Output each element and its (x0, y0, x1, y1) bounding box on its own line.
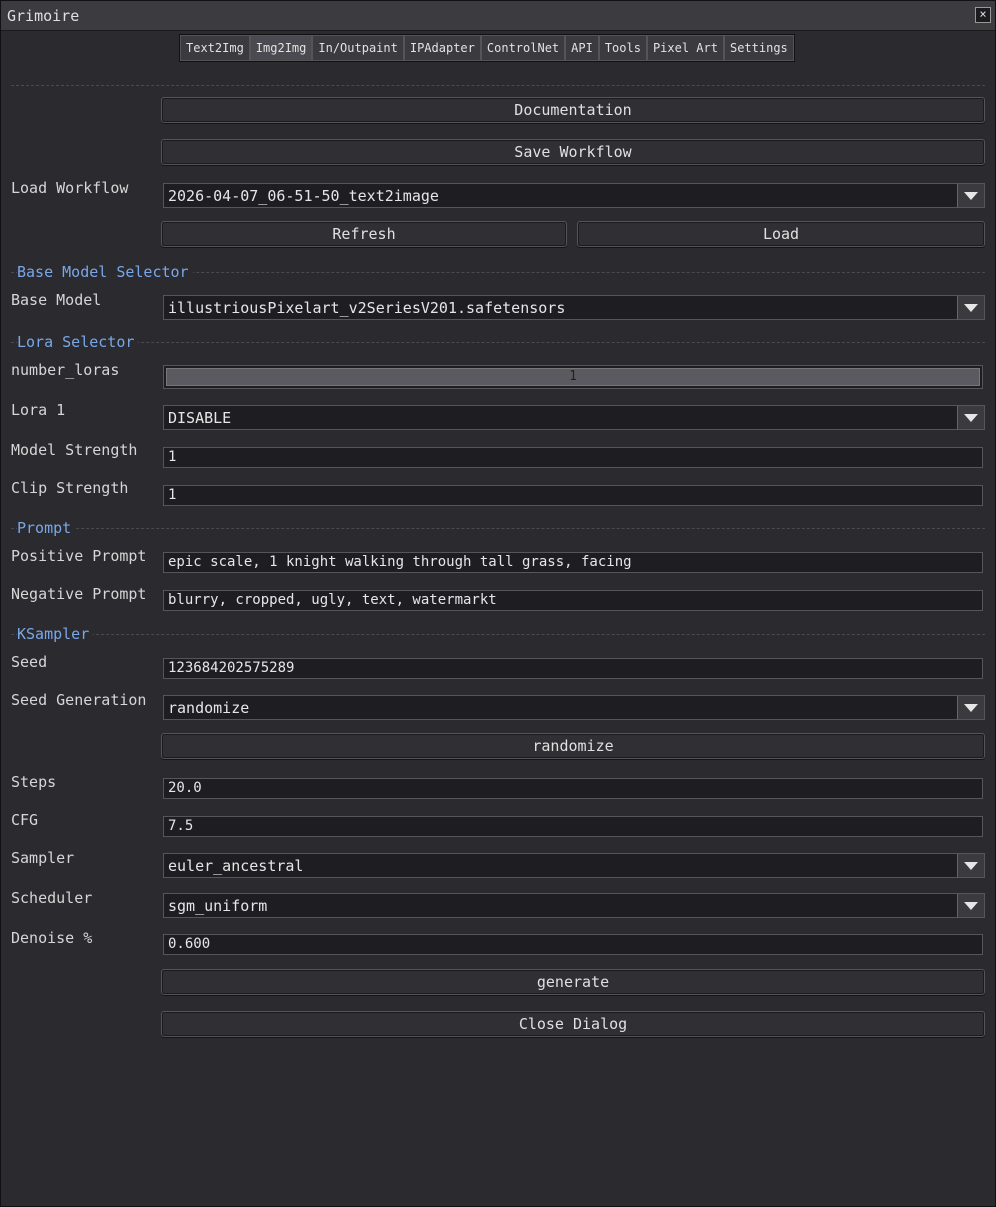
sampler-value: euler_ancestral (168, 857, 304, 875)
model-strength-input[interactable]: 1 (163, 447, 983, 468)
seed-generation-value: randomize (168, 699, 250, 717)
base-model-value: illustriousPixelart_v2SeriesV201.safeten… (168, 299, 566, 317)
chevron-down-icon[interactable] (957, 894, 984, 917)
base-model-label: Base Model (11, 291, 102, 309)
number-loras-slider[interactable]: 1 (163, 365, 983, 389)
workflow-value: 2026-04-07_06-51-50_text2image (168, 187, 439, 205)
base-model-select[interactable]: illustriousPixelart_v2SeriesV201.safeten… (163, 295, 985, 320)
sampler-select[interactable]: euler_ancestral (163, 853, 985, 878)
tab-settings[interactable]: Settings (723, 35, 794, 61)
positive-prompt-input[interactable]: epic scale, 1 knight walking through tal… (163, 552, 983, 573)
lora1-value: DISABLE (168, 409, 232, 427)
sampler-label: Sampler (11, 849, 75, 867)
scheduler-value: sgm_uniform (168, 897, 268, 915)
denoise-input[interactable]: 0.600 (163, 934, 983, 955)
seed-input[interactable]: 123684202575289 (163, 658, 983, 679)
lora1-select[interactable]: DISABLE (163, 405, 985, 430)
number-loras-label: number_loras (11, 361, 120, 379)
seed-label: Seed (11, 653, 48, 671)
tab-img2img[interactable]: Img2Img (249, 35, 313, 61)
section-lora: Lora Selector (17, 333, 139, 351)
tab-ipadapter[interactable]: IPAdapter (403, 35, 481, 61)
refresh-button[interactable]: Refresh (161, 221, 567, 247)
steps-label: Steps (11, 773, 57, 791)
window-title: Grimoire (7, 7, 80, 25)
section-divider (11, 342, 985, 343)
save-workflow-button[interactable]: Save Workflow (161, 139, 985, 165)
seed-generation-select[interactable]: randomize (163, 695, 985, 720)
section-prompt: Prompt (17, 519, 76, 537)
tab-text2img[interactable]: Text2Img (180, 35, 250, 61)
clip-strength-label: Clip Strength (11, 479, 129, 497)
close-dialog-button[interactable]: Close Dialog (161, 1011, 985, 1037)
cfg-label: CFG (11, 811, 39, 829)
load-workflow-label: Load Workflow (11, 179, 129, 197)
positive-prompt-label: Positive Prompt (11, 547, 147, 565)
tab-inoutpaint[interactable]: In/Outpaint (312, 35, 404, 61)
cfg-input[interactable]: 7.5 (163, 816, 983, 837)
documentation-button[interactable]: Documentation (161, 97, 985, 123)
tab-tools[interactable]: Tools (598, 35, 647, 61)
denoise-label: Denoise % (11, 929, 93, 947)
section-base-model: Base Model Selector (17, 263, 193, 281)
chevron-down-icon[interactable] (957, 696, 984, 719)
seed-generation-label: Seed Generation (11, 691, 147, 709)
tab-pixel-art[interactable]: Pixel Art (646, 35, 724, 61)
section-divider (11, 634, 985, 635)
slider-fill: 1 (166, 368, 980, 386)
grimoire-window: Grimoire × Text2Img Img2Img In/Outpaint … (0, 0, 996, 1207)
negative-prompt-label: Negative Prompt (11, 585, 147, 603)
chevron-down-icon[interactable] (957, 184, 984, 207)
tab-bar: Text2Img Img2Img In/Outpaint IPAdapter C… (179, 34, 795, 62)
chevron-down-icon[interactable] (957, 406, 984, 429)
load-button[interactable]: Load (577, 221, 985, 247)
generate-button[interactable]: generate (161, 969, 985, 995)
section-ksampler: KSampler (17, 625, 94, 643)
negative-prompt-input[interactable]: blurry, cropped, ugly, text, watermarkt (163, 590, 983, 611)
steps-input[interactable]: 20.0 (163, 778, 983, 799)
close-icon[interactable]: × (975, 7, 991, 23)
workflow-select[interactable]: 2026-04-07_06-51-50_text2image (163, 183, 985, 208)
tab-controlnet[interactable]: ControlNet (480, 35, 566, 61)
chevron-down-icon[interactable] (957, 854, 984, 877)
chevron-down-icon[interactable] (957, 296, 984, 319)
lora1-label: Lora 1 (11, 401, 66, 419)
clip-strength-input[interactable]: 1 (163, 485, 983, 506)
randomize-button[interactable]: randomize (161, 733, 985, 759)
title-bar[interactable]: Grimoire × (1, 1, 995, 31)
scheduler-select[interactable]: sgm_uniform (163, 893, 985, 918)
tab-api[interactable]: API (565, 35, 599, 61)
scheduler-label: Scheduler (11, 889, 93, 907)
separator (11, 85, 985, 86)
model-strength-label: Model Strength (11, 441, 138, 459)
section-divider (11, 528, 985, 529)
